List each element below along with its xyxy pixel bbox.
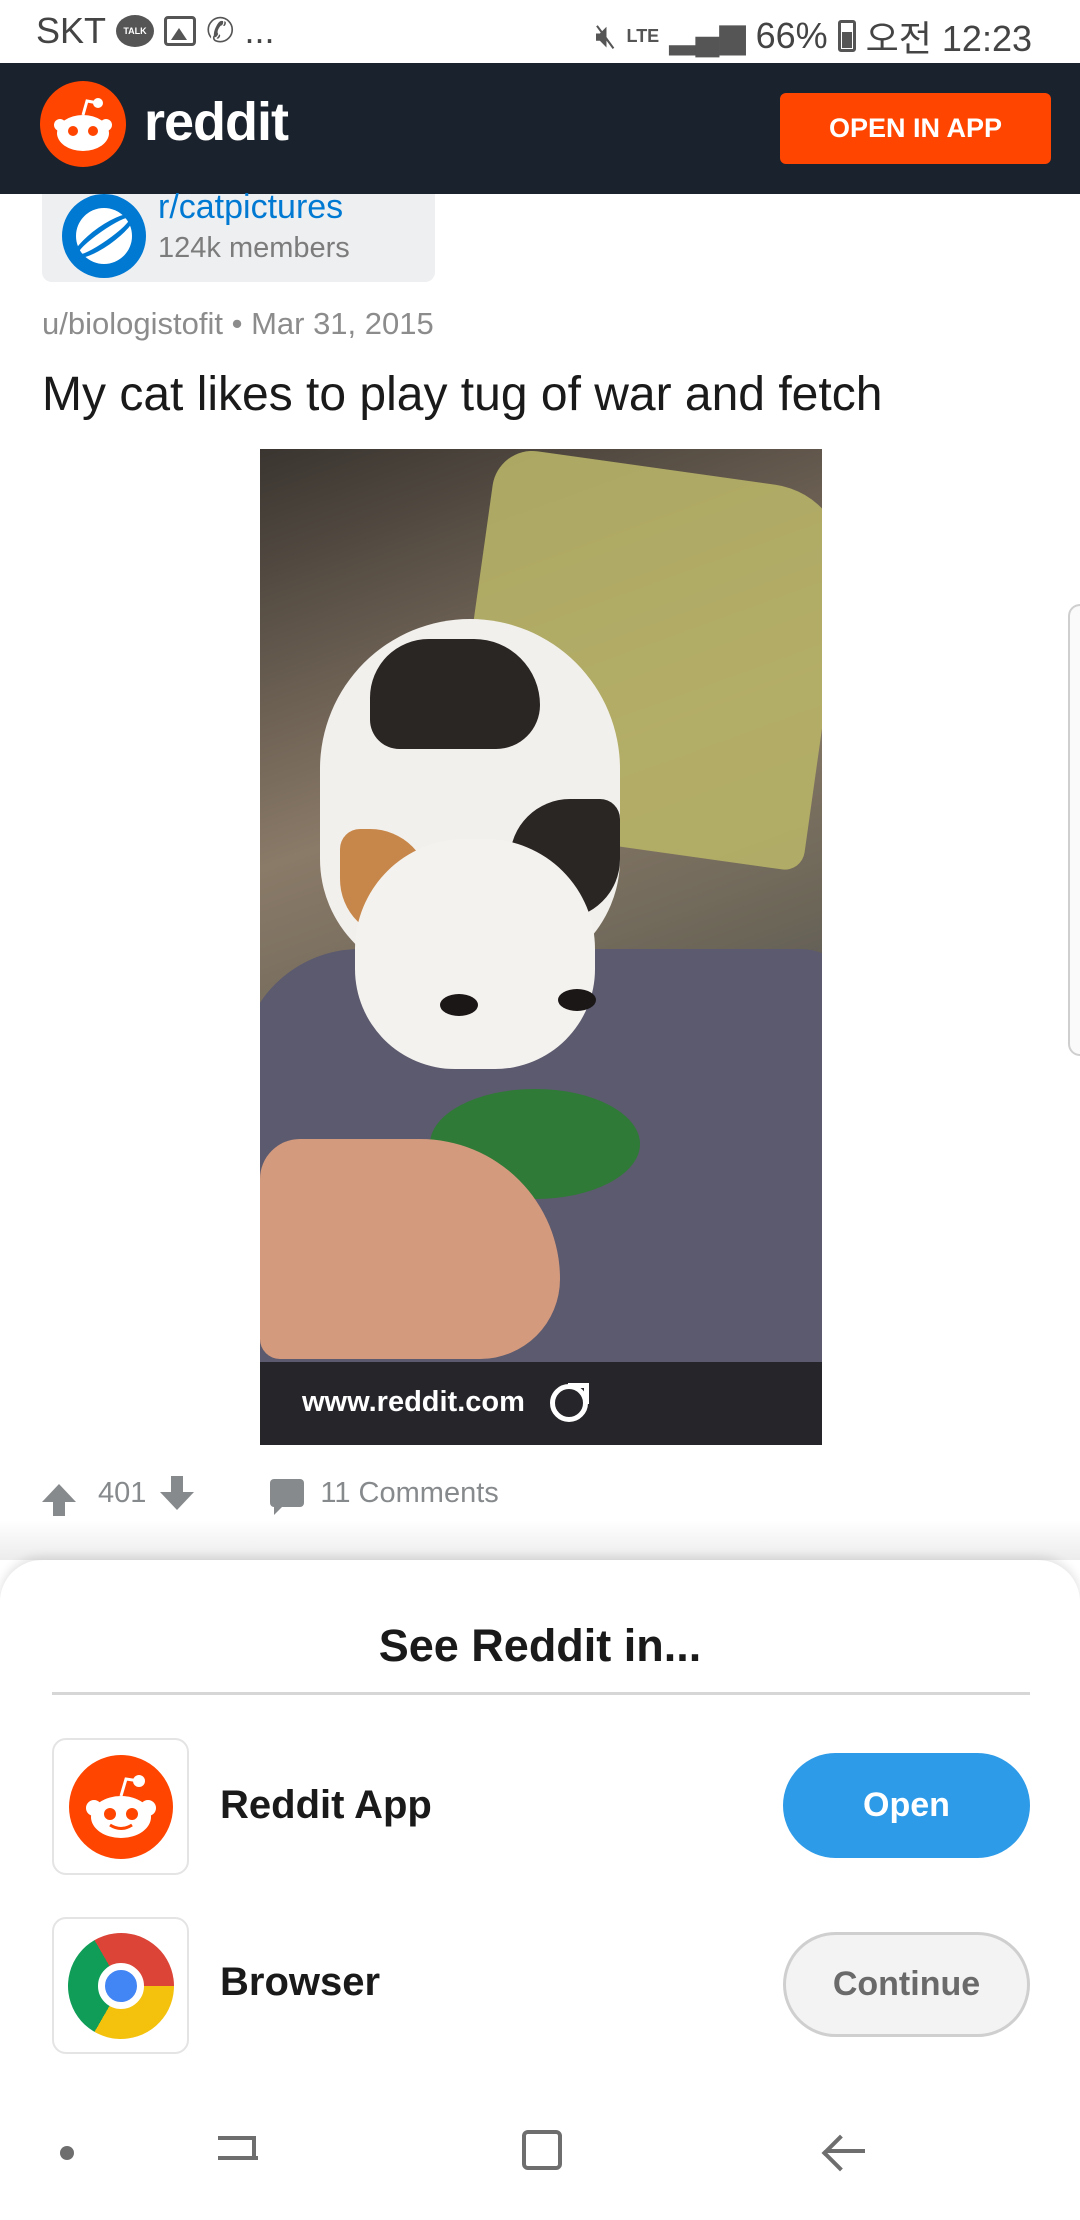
upvote-icon[interactable] <box>42 1484 76 1516</box>
battery-percent: 66% <box>755 15 828 56</box>
comments-count[interactable]: 11 Comments <box>320 1477 498 1510</box>
home-icon[interactable] <box>522 2130 562 2170</box>
subreddit-members: 124k members <box>158 232 350 264</box>
sheet-title: See Reddit in... <box>378 1620 702 1671</box>
image-cat-head <box>355 839 595 1069</box>
post-author[interactable]: u/biologistofit <box>42 306 223 341</box>
continue-button[interactable]: Continue <box>783 1932 1030 2037</box>
battery-icon <box>837 20 856 52</box>
reddit-app-tile[interactable] <box>52 1738 189 1875</box>
image-cat-eye <box>558 989 596 1011</box>
recents-icon[interactable] <box>218 2130 258 2170</box>
post-image[interactable]: www.reddit.com <box>260 449 822 1445</box>
reddit-logo-icon <box>69 1755 173 1859</box>
status-bar: SKT TALK ✆ ... 🔇︎ LTE ▂▄▆ 66% 오전 12:23 <box>0 0 1080 63</box>
post-meta: u/biologistofit • Mar 31, 2015 <box>42 306 434 342</box>
edge-panel-handle[interactable] <box>1068 604 1080 1056</box>
post-date: Mar 31, 2015 <box>251 306 434 341</box>
phone-icon: ✆ <box>206 12 235 50</box>
image-link-overlay[interactable]: www.reddit.com <box>260 1362 822 1445</box>
reddit-app-label: Reddit App <box>220 1783 432 1827</box>
nav-dot-icon[interactable] <box>60 2146 74 2160</box>
reddit-logo-icon[interactable] <box>40 81 126 167</box>
sheet-shadow-fade <box>0 1520 1080 1560</box>
external-link-icon[interactable] <box>550 1383 589 1422</box>
browser-label: Browser <box>220 1960 381 2004</box>
gallery-icon <box>164 16 197 46</box>
image-link-domain[interactable]: www.reddit.com <box>302 1386 525 1419</box>
image-cat-patch <box>370 639 540 749</box>
subreddit-chip[interactable]: r/catpictures 124k members <box>42 188 435 282</box>
signal-icon: ▂▄▆ <box>669 17 746 55</box>
sheet-divider <box>52 1692 1030 1695</box>
chrome-icon-center <box>98 1963 144 2009</box>
status-bar-right: 🔇︎ LTE ▂▄▆ 66% 오전 12:23 <box>595 10 1032 62</box>
subreddit-avatar <box>62 194 146 278</box>
network-type: LTE <box>626 25 660 46</box>
comment-icon[interactable] <box>270 1479 305 1515</box>
meta-separator: • <box>231 306 243 341</box>
back-icon[interactable] <box>823 2130 865 2172</box>
carrier-label: SKT <box>36 10 107 51</box>
mute-icon: 🔇︎ <box>595 16 617 55</box>
downvote-icon[interactable] <box>160 1476 195 1510</box>
reddit-header: reddit OPEN IN APP <box>0 63 1080 194</box>
post-title[interactable]: My cat likes to play tug of war and fetc… <box>42 365 1042 425</box>
android-nav-bar <box>0 2070 1080 2220</box>
browser-tile[interactable] <box>48 1913 194 2059</box>
talk-icon: TALK <box>116 15 155 47</box>
reddit-wordmark[interactable]: reddit <box>144 91 289 153</box>
open-in-app-button[interactable]: OPEN IN APP <box>780 93 1051 164</box>
image-cat-eye <box>440 994 478 1016</box>
post-score: 401 <box>98 1476 147 1509</box>
open-in-sheet: See Reddit in... Reddit App Open Browser… <box>0 1560 1080 2070</box>
clock: 오전 12:23 <box>865 18 1032 59</box>
status-bar-left: SKT TALK ✆ ... <box>36 10 275 52</box>
post-actions: 401 11 Comments <box>42 1468 499 1518</box>
more-notifications: ... <box>244 10 275 51</box>
subreddit-name[interactable]: r/catpictures <box>158 188 343 227</box>
open-button[interactable]: Open <box>783 1753 1030 1858</box>
